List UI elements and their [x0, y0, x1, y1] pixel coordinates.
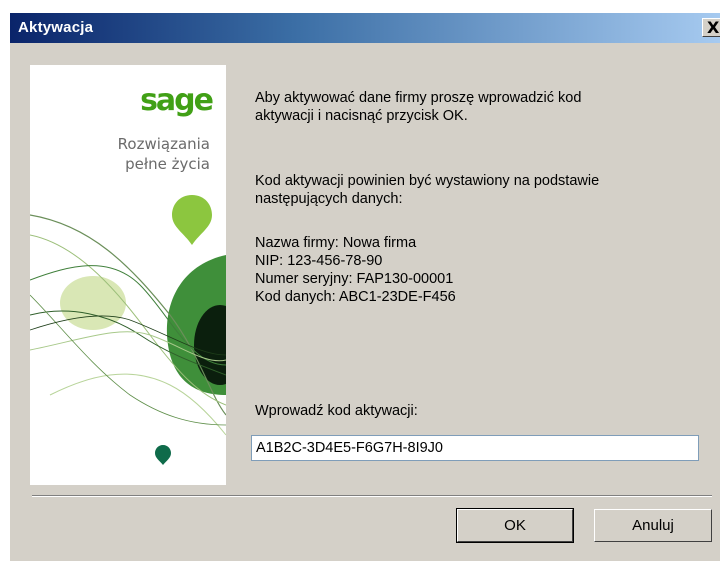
company-name: Nazwa firmy: Nowa firma — [255, 235, 417, 251]
sage-logo: sage — [140, 83, 214, 118]
separator-line — [32, 495, 712, 497]
basis-message: Kod aktywacji powinien być wystawiony na… — [255, 172, 599, 208]
nip-number: NIP: 123-456-78-90 — [255, 253, 383, 269]
intro-line-2: aktywacji i nacisnąć przycisk OK. — [255, 108, 468, 124]
basis-line-1: Kod aktywacji powinien być wystawiony na… — [255, 173, 600, 189]
small-leaf-icon — [155, 445, 171, 465]
activation-code-label: Wprowadź kod aktywacji: — [255, 403, 418, 419]
intro-message: Aby aktywować dane firmy proszę wprowadz… — [255, 89, 581, 125]
serial-number: Numer seryjny: FAP130-00001 — [255, 271, 454, 287]
decorative-leaves-graphic — [30, 195, 226, 465]
tagline: Rozwiązania pełne życia — [118, 134, 210, 174]
close-button[interactable]: X — [702, 18, 720, 37]
close-icon: X — [707, 18, 720, 37]
ok-button[interactable]: OK — [456, 508, 574, 543]
basis-line-2: następujących danych: — [255, 191, 403, 207]
activation-dialog: Aktywacja X sage Rozwiązania pełne życia… — [10, 13, 720, 561]
side-banner: sage Rozwiązania pełne życia — [30, 65, 226, 485]
tagline-line-2: pełne życia — [125, 155, 210, 173]
green-leaf-icon — [172, 195, 212, 245]
window-title: Aktywacja — [18, 19, 94, 36]
intro-line-1: Aby aktywować dane firmy proszę wprowadz… — [255, 90, 582, 106]
activation-code-input[interactable] — [251, 435, 699, 461]
data-code: Kod danych: ABC1-23DE-F456 — [255, 289, 456, 305]
cancel-button[interactable]: Anuluj — [594, 509, 712, 542]
title-bar[interactable]: Aktywacja X — [10, 13, 720, 43]
tagline-line-1: Rozwiązania — [117, 135, 210, 153]
company-details: Nazwa firmy: Nowa firma NIP: 123-456-78-… — [255, 234, 456, 306]
